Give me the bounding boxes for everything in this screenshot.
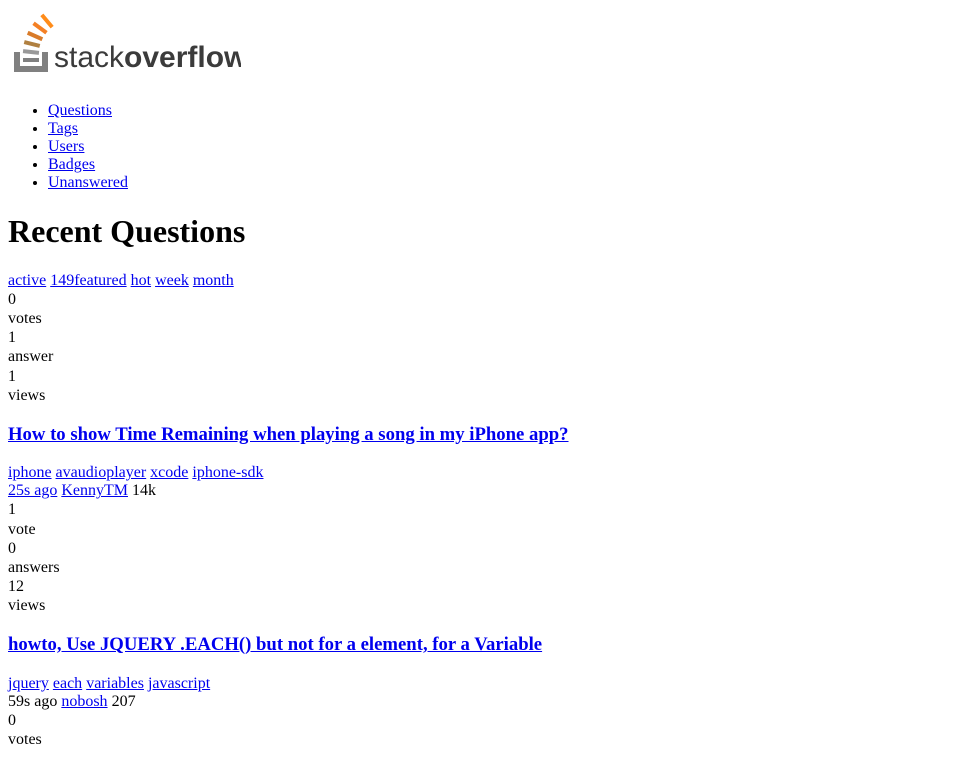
tab-featured[interactable]: 149featured bbox=[50, 272, 126, 289]
question-title-link[interactable]: howto, Use JQUERY .EACH() but not for a … bbox=[8, 634, 542, 655]
tab-week[interactable]: week bbox=[155, 272, 189, 289]
answers-count: 0 bbox=[8, 539, 972, 558]
tag-link[interactable]: iphone bbox=[8, 464, 52, 481]
votes-count: 0 bbox=[8, 711, 972, 730]
answers-label: answers bbox=[8, 558, 972, 577]
time-link[interactable]: 25s ago bbox=[8, 482, 57, 499]
user-rep: 14k bbox=[132, 482, 156, 499]
svg-text:stackoverflow: stackoverflow bbox=[54, 41, 241, 74]
votes-count: 0 bbox=[8, 290, 972, 309]
votes-label: vote bbox=[8, 520, 972, 539]
nav-tags[interactable]: Tags bbox=[48, 120, 78, 137]
tag-link[interactable]: iphone-sdk bbox=[192, 464, 263, 481]
votes-label: votes bbox=[8, 730, 972, 749]
tab-active[interactable]: active bbox=[8, 272, 46, 289]
views-count: 12 bbox=[8, 577, 972, 596]
tab-month[interactable]: month bbox=[193, 272, 234, 289]
views-label: views bbox=[8, 596, 972, 615]
question-tags: jquery each variables javascript bbox=[8, 675, 972, 693]
tag-link[interactable]: avaudioplayer bbox=[56, 464, 147, 481]
sort-tabs: active 149featured hot week month bbox=[8, 272, 972, 290]
nav-users[interactable]: Users bbox=[48, 138, 84, 155]
answers-count: 1 bbox=[8, 328, 972, 347]
question-meta: 25s ago KennyTM 14k bbox=[8, 482, 972, 500]
question-summary: 0 votes 1 answer 1 views How to show Tim… bbox=[8, 290, 972, 501]
views-count: 1 bbox=[8, 367, 972, 386]
user-link[interactable]: KennyTM bbox=[61, 482, 128, 499]
views-label: views bbox=[8, 386, 972, 405]
nav-badges[interactable]: Badges bbox=[48, 156, 95, 173]
tab-hot[interactable]: hot bbox=[131, 272, 151, 289]
question-summary: 0 votes bbox=[8, 711, 972, 749]
page-title: Recent Questions bbox=[8, 213, 972, 250]
nav-questions[interactable]: Questions bbox=[48, 102, 112, 119]
user-link[interactable]: nobosh bbox=[61, 693, 107, 710]
logo-link[interactable]: stackoverflow bbox=[8, 12, 241, 77]
tag-link[interactable]: jquery bbox=[8, 675, 49, 692]
stackoverflow-logo-icon: stackoverflow bbox=[8, 12, 241, 77]
tag-link[interactable]: each bbox=[53, 675, 82, 692]
tag-link[interactable]: xcode bbox=[150, 464, 188, 481]
logo-text-stack: stack bbox=[54, 41, 125, 74]
nav-list: Questions Tags Users Badges Unanswered bbox=[8, 102, 972, 192]
right-side-list bbox=[960, 206, 980, 224]
question-meta: 59s ago nobosh 207 bbox=[8, 693, 972, 711]
tag-link[interactable]: variables bbox=[86, 675, 144, 692]
question-tags: iphone avaudioplayer xcode iphone-sdk bbox=[8, 464, 972, 482]
question-title-link[interactable]: How to show Time Remaining when playing … bbox=[8, 424, 569, 445]
votes-count: 1 bbox=[8, 500, 972, 519]
votes-label: votes bbox=[8, 309, 972, 328]
logo-text-overflow: overflow bbox=[124, 41, 241, 74]
user-rep: 207 bbox=[112, 693, 136, 710]
answers-label: answer bbox=[8, 347, 972, 366]
time-text: 59s ago bbox=[8, 693, 57, 710]
nav-unanswered[interactable]: Unanswered bbox=[48, 174, 128, 191]
question-summary: 1 vote 0 answers 12 views howto, Use JQU… bbox=[8, 500, 972, 711]
tag-link[interactable]: javascript bbox=[148, 675, 210, 692]
